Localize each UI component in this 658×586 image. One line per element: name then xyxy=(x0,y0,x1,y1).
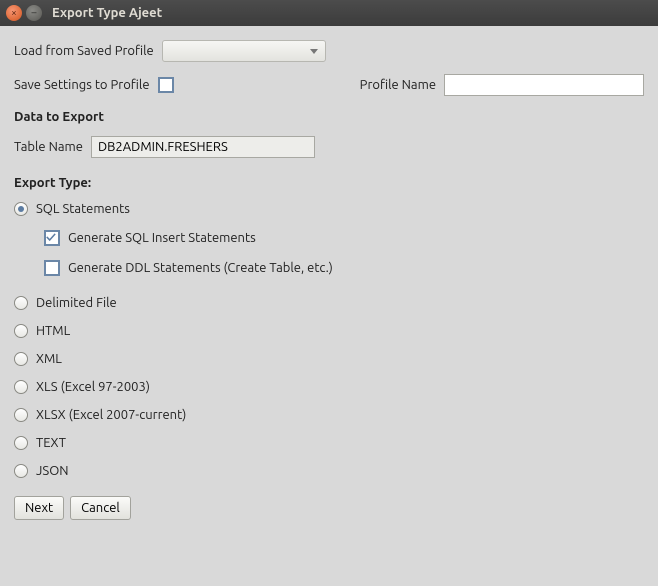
radio-json-label: JSON xyxy=(36,464,69,478)
radio-xml[interactable] xyxy=(14,352,28,366)
save-profile-label: Save Settings to Profile xyxy=(14,78,150,92)
radio-xls[interactable] xyxy=(14,380,28,394)
checkbox-insert[interactable] xyxy=(44,230,60,246)
checkbox-insert-label: Generate SQL Insert Statements xyxy=(68,231,256,245)
radio-xls-label: XLS (Excel 97-2003) xyxy=(36,380,150,394)
cancel-button[interactable]: Cancel xyxy=(70,496,131,520)
close-icon[interactable]: × xyxy=(6,5,22,21)
radio-text-label: TEXT xyxy=(36,436,66,450)
radio-delimited[interactable] xyxy=(14,296,28,310)
radio-json[interactable] xyxy=(14,464,28,478)
radio-xml-label: XML xyxy=(36,352,62,366)
load-profile-label: Load from Saved Profile xyxy=(14,44,154,58)
data-export-heading: Data to Export xyxy=(14,110,644,124)
table-name-label: Table Name xyxy=(14,140,83,154)
radio-xlsx[interactable] xyxy=(14,408,28,422)
export-type-heading: Export Type: xyxy=(14,176,644,190)
load-profile-combo[interactable] xyxy=(162,40,326,62)
next-button[interactable]: Next xyxy=(14,496,64,520)
checkbox-ddl-label: Generate DDL Statements (Create Table, e… xyxy=(68,261,333,275)
radio-text[interactable] xyxy=(14,436,28,450)
radio-html[interactable] xyxy=(14,324,28,338)
profile-name-field[interactable] xyxy=(444,74,644,96)
radio-xlsx-label: XLSX (Excel 2007-current) xyxy=(36,408,186,422)
profile-name-label: Profile Name xyxy=(360,78,436,92)
window-title: Export Type Ajeet xyxy=(52,6,162,20)
radio-html-label: HTML xyxy=(36,324,70,338)
dialog-content: Load from Saved Profile Save Settings to… xyxy=(0,26,658,534)
radio-delimited-label: Delimited File xyxy=(36,296,117,310)
minimize-icon[interactable]: – xyxy=(26,5,42,21)
table-name-field[interactable] xyxy=(91,136,315,158)
save-profile-checkbox[interactable] xyxy=(158,77,174,93)
checkbox-ddl[interactable] xyxy=(44,260,60,276)
window-titlebar: × – Export Type Ajeet xyxy=(0,0,658,26)
radio-sql[interactable] xyxy=(14,202,28,216)
radio-sql-label: SQL Statements xyxy=(36,202,130,216)
